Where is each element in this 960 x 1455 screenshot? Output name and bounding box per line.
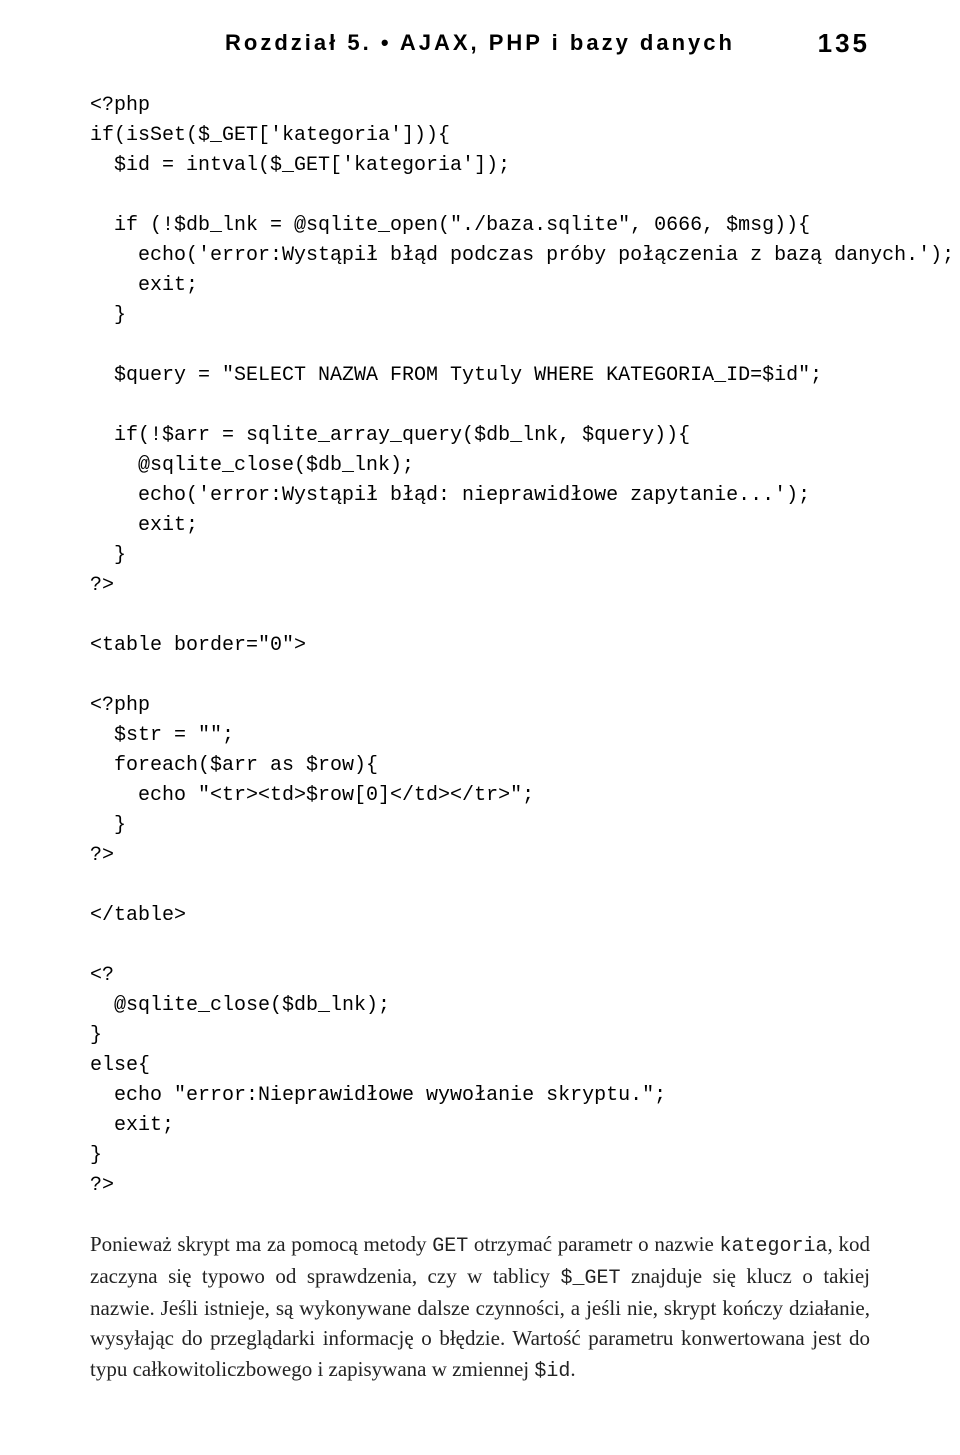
page-header: Rozdział 5. • AJAX, PHP i bazy danych 13… — [90, 30, 870, 56]
text: Ponieważ skrypt ma za pomocą metody — [90, 1232, 432, 1256]
page-number: 135 — [818, 28, 870, 59]
text: otrzymać parametr o nazwie — [468, 1232, 719, 1256]
inline-code: $_GET — [560, 1267, 620, 1290]
inline-code: kategoria — [720, 1235, 828, 1258]
code-listing: <?php if(isSet($_GET['kategoria'])){ $id… — [90, 91, 870, 1201]
inline-code: GET — [432, 1235, 468, 1258]
body-paragraph: Ponieważ skrypt ma za pomocą metody GET … — [90, 1229, 870, 1386]
inline-code: $id — [534, 1360, 570, 1383]
chapter-title: Rozdział 5. • AJAX, PHP i bazy danych — [225, 30, 735, 56]
text: . — [570, 1357, 575, 1381]
